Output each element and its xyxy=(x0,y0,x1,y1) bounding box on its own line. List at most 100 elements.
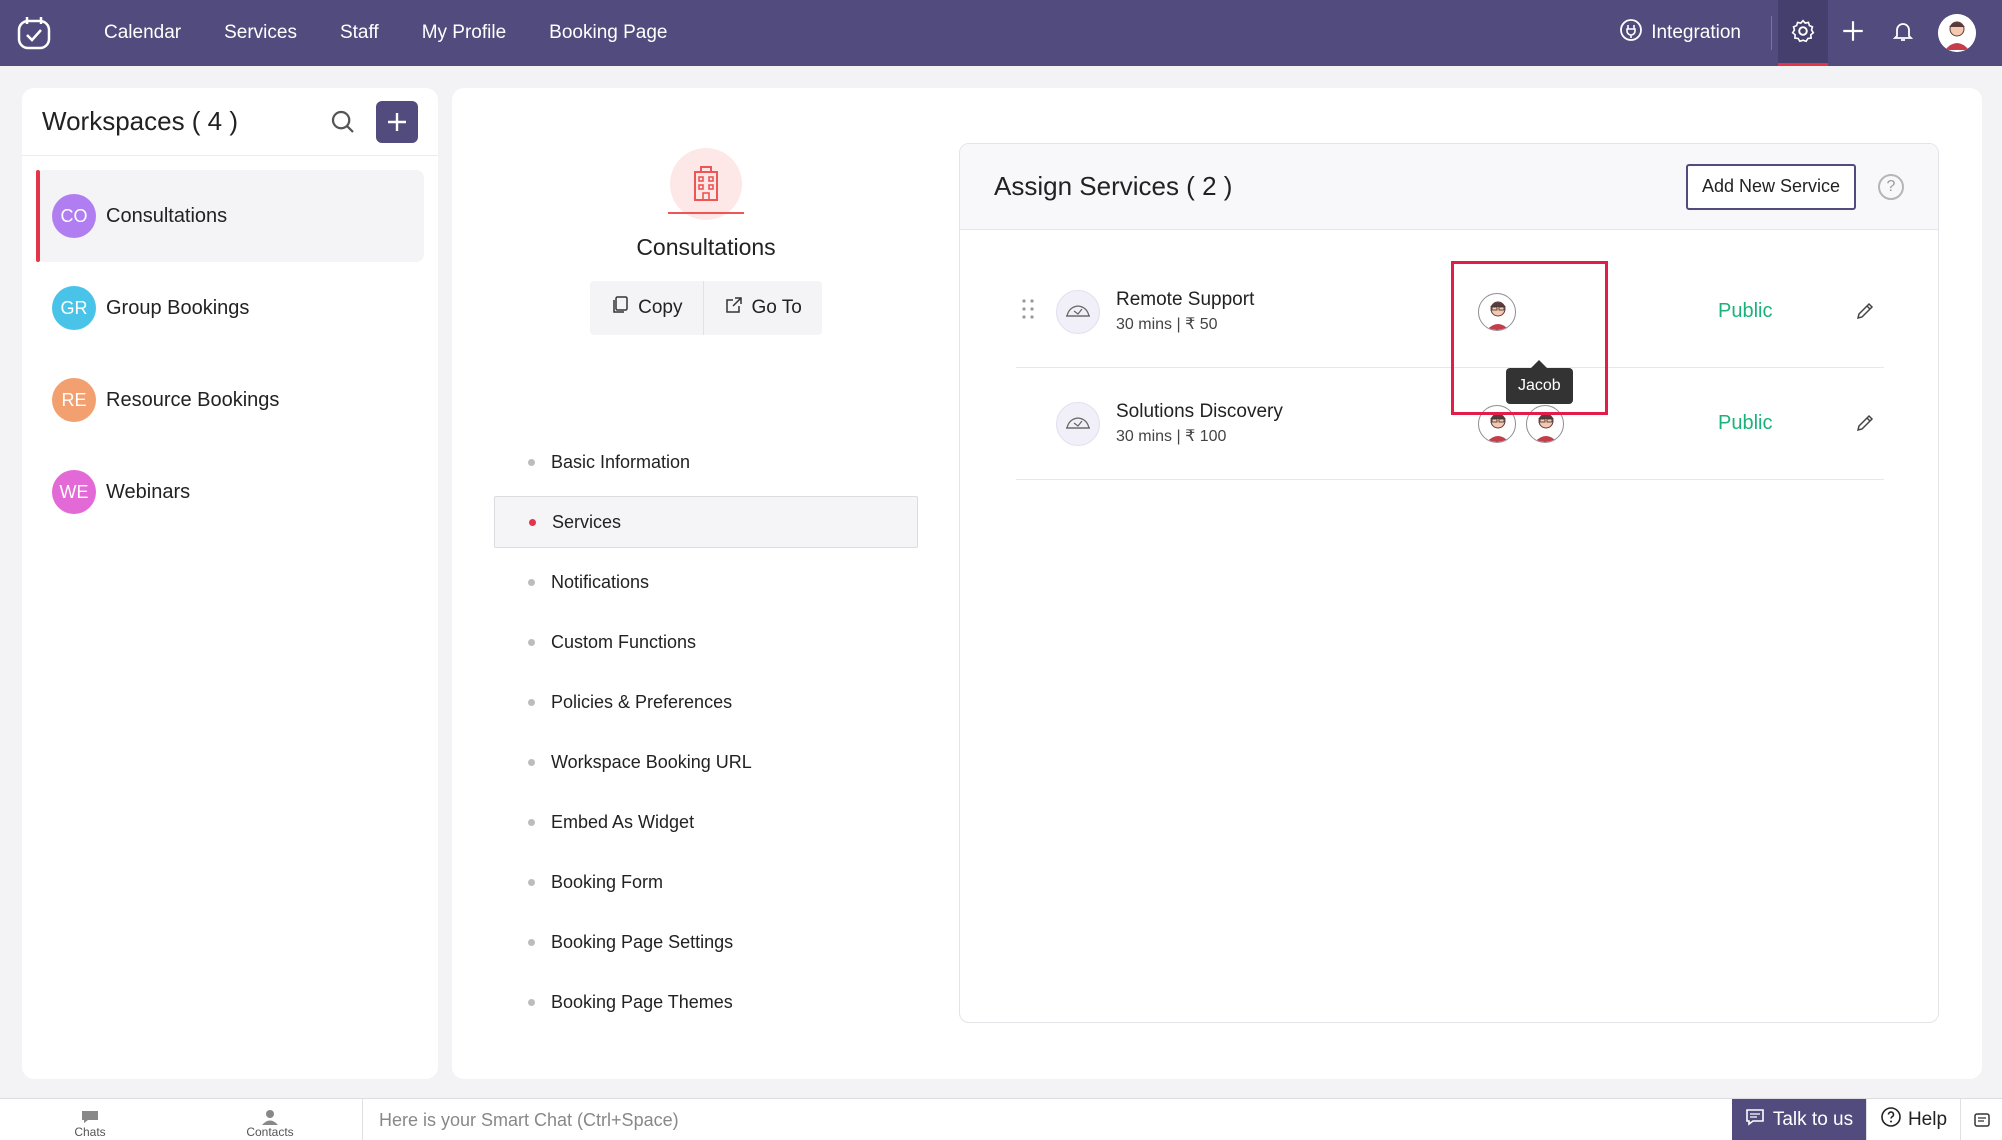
workspace-badge: RE xyxy=(52,378,96,422)
workspace-detail-name: Consultations xyxy=(636,234,776,260)
integration-label: Integration xyxy=(1651,22,1741,43)
add-workspace-button[interactable] xyxy=(376,100,418,143)
gear-icon xyxy=(1790,18,1816,49)
goto-label: Go To xyxy=(751,297,802,318)
help-button[interactable]: Help xyxy=(1866,1099,1960,1140)
contact-icon xyxy=(262,1109,278,1125)
service-icon xyxy=(1056,289,1100,334)
add-button[interactable] xyxy=(1828,0,1878,66)
goto-button[interactable]: Go To xyxy=(703,281,822,335)
workspace-name: Group Bookings xyxy=(106,296,250,319)
topbar-actions: Integration xyxy=(1619,0,2002,66)
menu-label: Custom Functions xyxy=(551,631,697,652)
feedback-icon[interactable] xyxy=(1960,1099,2002,1140)
menu-booking-page-settings[interactable]: Booking Page Settings xyxy=(494,916,918,968)
notifications-button[interactable] xyxy=(1878,0,1928,66)
menu-embed-as-widget[interactable]: Embed As Widget xyxy=(494,796,918,848)
assign-services-card: Assign Services ( 2 ) Add New Service ? … xyxy=(959,143,1939,1023)
bullet-icon xyxy=(528,758,535,766)
workspaces-title: Workspaces ( 4 ) xyxy=(42,106,239,136)
workspace-badge: GR xyxy=(52,286,96,330)
menu-label: Services xyxy=(552,511,622,532)
integration-button[interactable]: Integration xyxy=(1619,18,1741,48)
menu-label: Basic Information xyxy=(551,451,691,472)
smart-chat-input[interactable]: Here is your Smart Chat (Ctrl+Space) xyxy=(362,1099,1732,1140)
contacts-tab[interactable]: Contacts xyxy=(180,1099,360,1140)
bullet-icon xyxy=(528,638,535,646)
bullet-icon xyxy=(528,938,535,946)
service-meta: 30 mins | ₹ 100 xyxy=(1116,428,1227,445)
workspace-item-resource-bookings[interactable]: RE Resource Bookings xyxy=(36,354,424,446)
nav-services[interactable]: Services xyxy=(224,0,297,66)
building-icon xyxy=(668,148,744,220)
app-logo-icon[interactable] xyxy=(16,15,52,51)
divider xyxy=(668,212,744,214)
assign-services-header: Assign Services ( 2 ) Add New Service ? xyxy=(960,144,1938,230)
menu-custom-functions[interactable]: Custom Functions xyxy=(494,616,918,668)
service-row-remote-support: Remote Support 30 mins | ₹ 50 Public xyxy=(1016,256,1884,368)
workspace-badge: WE xyxy=(52,470,96,514)
add-new-service-button[interactable]: Add New Service xyxy=(1685,163,1856,210)
copy-label: Copy xyxy=(638,297,683,318)
chats-label: Chats xyxy=(74,1124,106,1139)
workspace-badge: CO xyxy=(52,194,96,238)
talk-label: Talk to us xyxy=(1772,1109,1854,1130)
talk-to-us-button[interactable]: Talk to us xyxy=(1732,1099,1866,1140)
plus-icon xyxy=(1840,18,1866,49)
settings-button[interactable] xyxy=(1778,0,1828,66)
workspace-item-group-bookings[interactable]: GR Group Bookings xyxy=(36,262,424,354)
service-info: Remote Support 30 mins | ₹ 50 xyxy=(1116,289,1478,334)
pencil-icon[interactable] xyxy=(1854,412,1878,436)
menu-label: Booking Page Themes xyxy=(551,991,733,1012)
service-icon xyxy=(1056,401,1100,446)
service-status: Public xyxy=(1718,300,1773,322)
chat-icon xyxy=(1745,1107,1765,1133)
workspace-actions: Copy Go To xyxy=(494,281,918,335)
top-navigation-bar: Calendar Services Staff My Profile Booki… xyxy=(0,0,2002,66)
bullet-icon xyxy=(528,998,535,1006)
bell-icon xyxy=(1891,19,1915,48)
bullet-icon xyxy=(528,578,535,586)
workspace-name: Webinars xyxy=(106,480,191,503)
menu-basic-information[interactable]: Basic Information xyxy=(494,436,918,488)
pencil-icon[interactable] xyxy=(1854,300,1878,324)
menu-label: Notifications xyxy=(551,571,650,592)
service-name: Solutions Discovery xyxy=(1116,401,1283,422)
workspace-item-consultations[interactable]: CO Consultations xyxy=(36,170,424,262)
menu-booking-page-themes[interactable]: Booking Page Themes xyxy=(494,976,918,1028)
workspace-detail: Consultations Copy Go To xyxy=(494,148,918,335)
menu-notifications[interactable]: Notifications xyxy=(494,556,918,608)
workspace-item-webinars[interactable]: WE Webinars xyxy=(36,446,424,538)
bottom-bar: Chats Contacts Here is your Smart Chat (… xyxy=(0,1098,2002,1140)
service-meta: 30 mins | ₹ 50 xyxy=(1116,316,1218,333)
workspace-name: Consultations xyxy=(106,204,228,227)
contacts-label: Contacts xyxy=(246,1124,294,1139)
copy-button[interactable]: Copy xyxy=(590,281,704,335)
bullet-icon xyxy=(528,698,535,706)
menu-services[interactable]: Services xyxy=(494,496,918,548)
help-icon[interactable]: ? xyxy=(1878,173,1904,200)
menu-workspace-booking-url[interactable]: Workspace Booking URL xyxy=(494,736,918,788)
menu-policies-preferences[interactable]: Policies & Preferences xyxy=(494,676,918,728)
bullet-icon xyxy=(528,818,535,826)
search-icon[interactable] xyxy=(328,107,358,137)
workspace-name: Resource Bookings xyxy=(106,388,280,411)
plug-icon xyxy=(1619,18,1643,48)
external-link-icon xyxy=(724,295,744,321)
chats-tab[interactable]: Chats xyxy=(0,1099,180,1140)
main-nav: Calendar Services Staff My Profile Booki… xyxy=(104,0,711,66)
workspaces-header: Workspaces ( 4 ) xyxy=(22,88,438,156)
menu-booking-form[interactable]: Booking Form xyxy=(494,856,918,908)
nav-calendar[interactable]: Calendar xyxy=(104,0,181,66)
user-avatar[interactable] xyxy=(1938,14,1976,52)
service-info: Solutions Discovery 30 mins | ₹ 100 xyxy=(1116,401,1478,446)
nav-my-profile[interactable]: My Profile xyxy=(422,0,506,66)
service-row-solutions-discovery: Solutions Discovery 30 mins | ₹ 100 Publ… xyxy=(1016,368,1884,480)
nav-booking-page[interactable]: Booking Page xyxy=(549,0,667,66)
menu-label: Booking Form xyxy=(551,871,664,892)
drag-handle-icon[interactable] xyxy=(1022,298,1034,325)
nav-staff[interactable]: Staff xyxy=(340,0,379,66)
menu-label: Workspace Booking URL xyxy=(551,751,752,772)
highlight-box xyxy=(1451,261,1608,415)
menu-label: Policies & Preferences xyxy=(551,691,733,712)
